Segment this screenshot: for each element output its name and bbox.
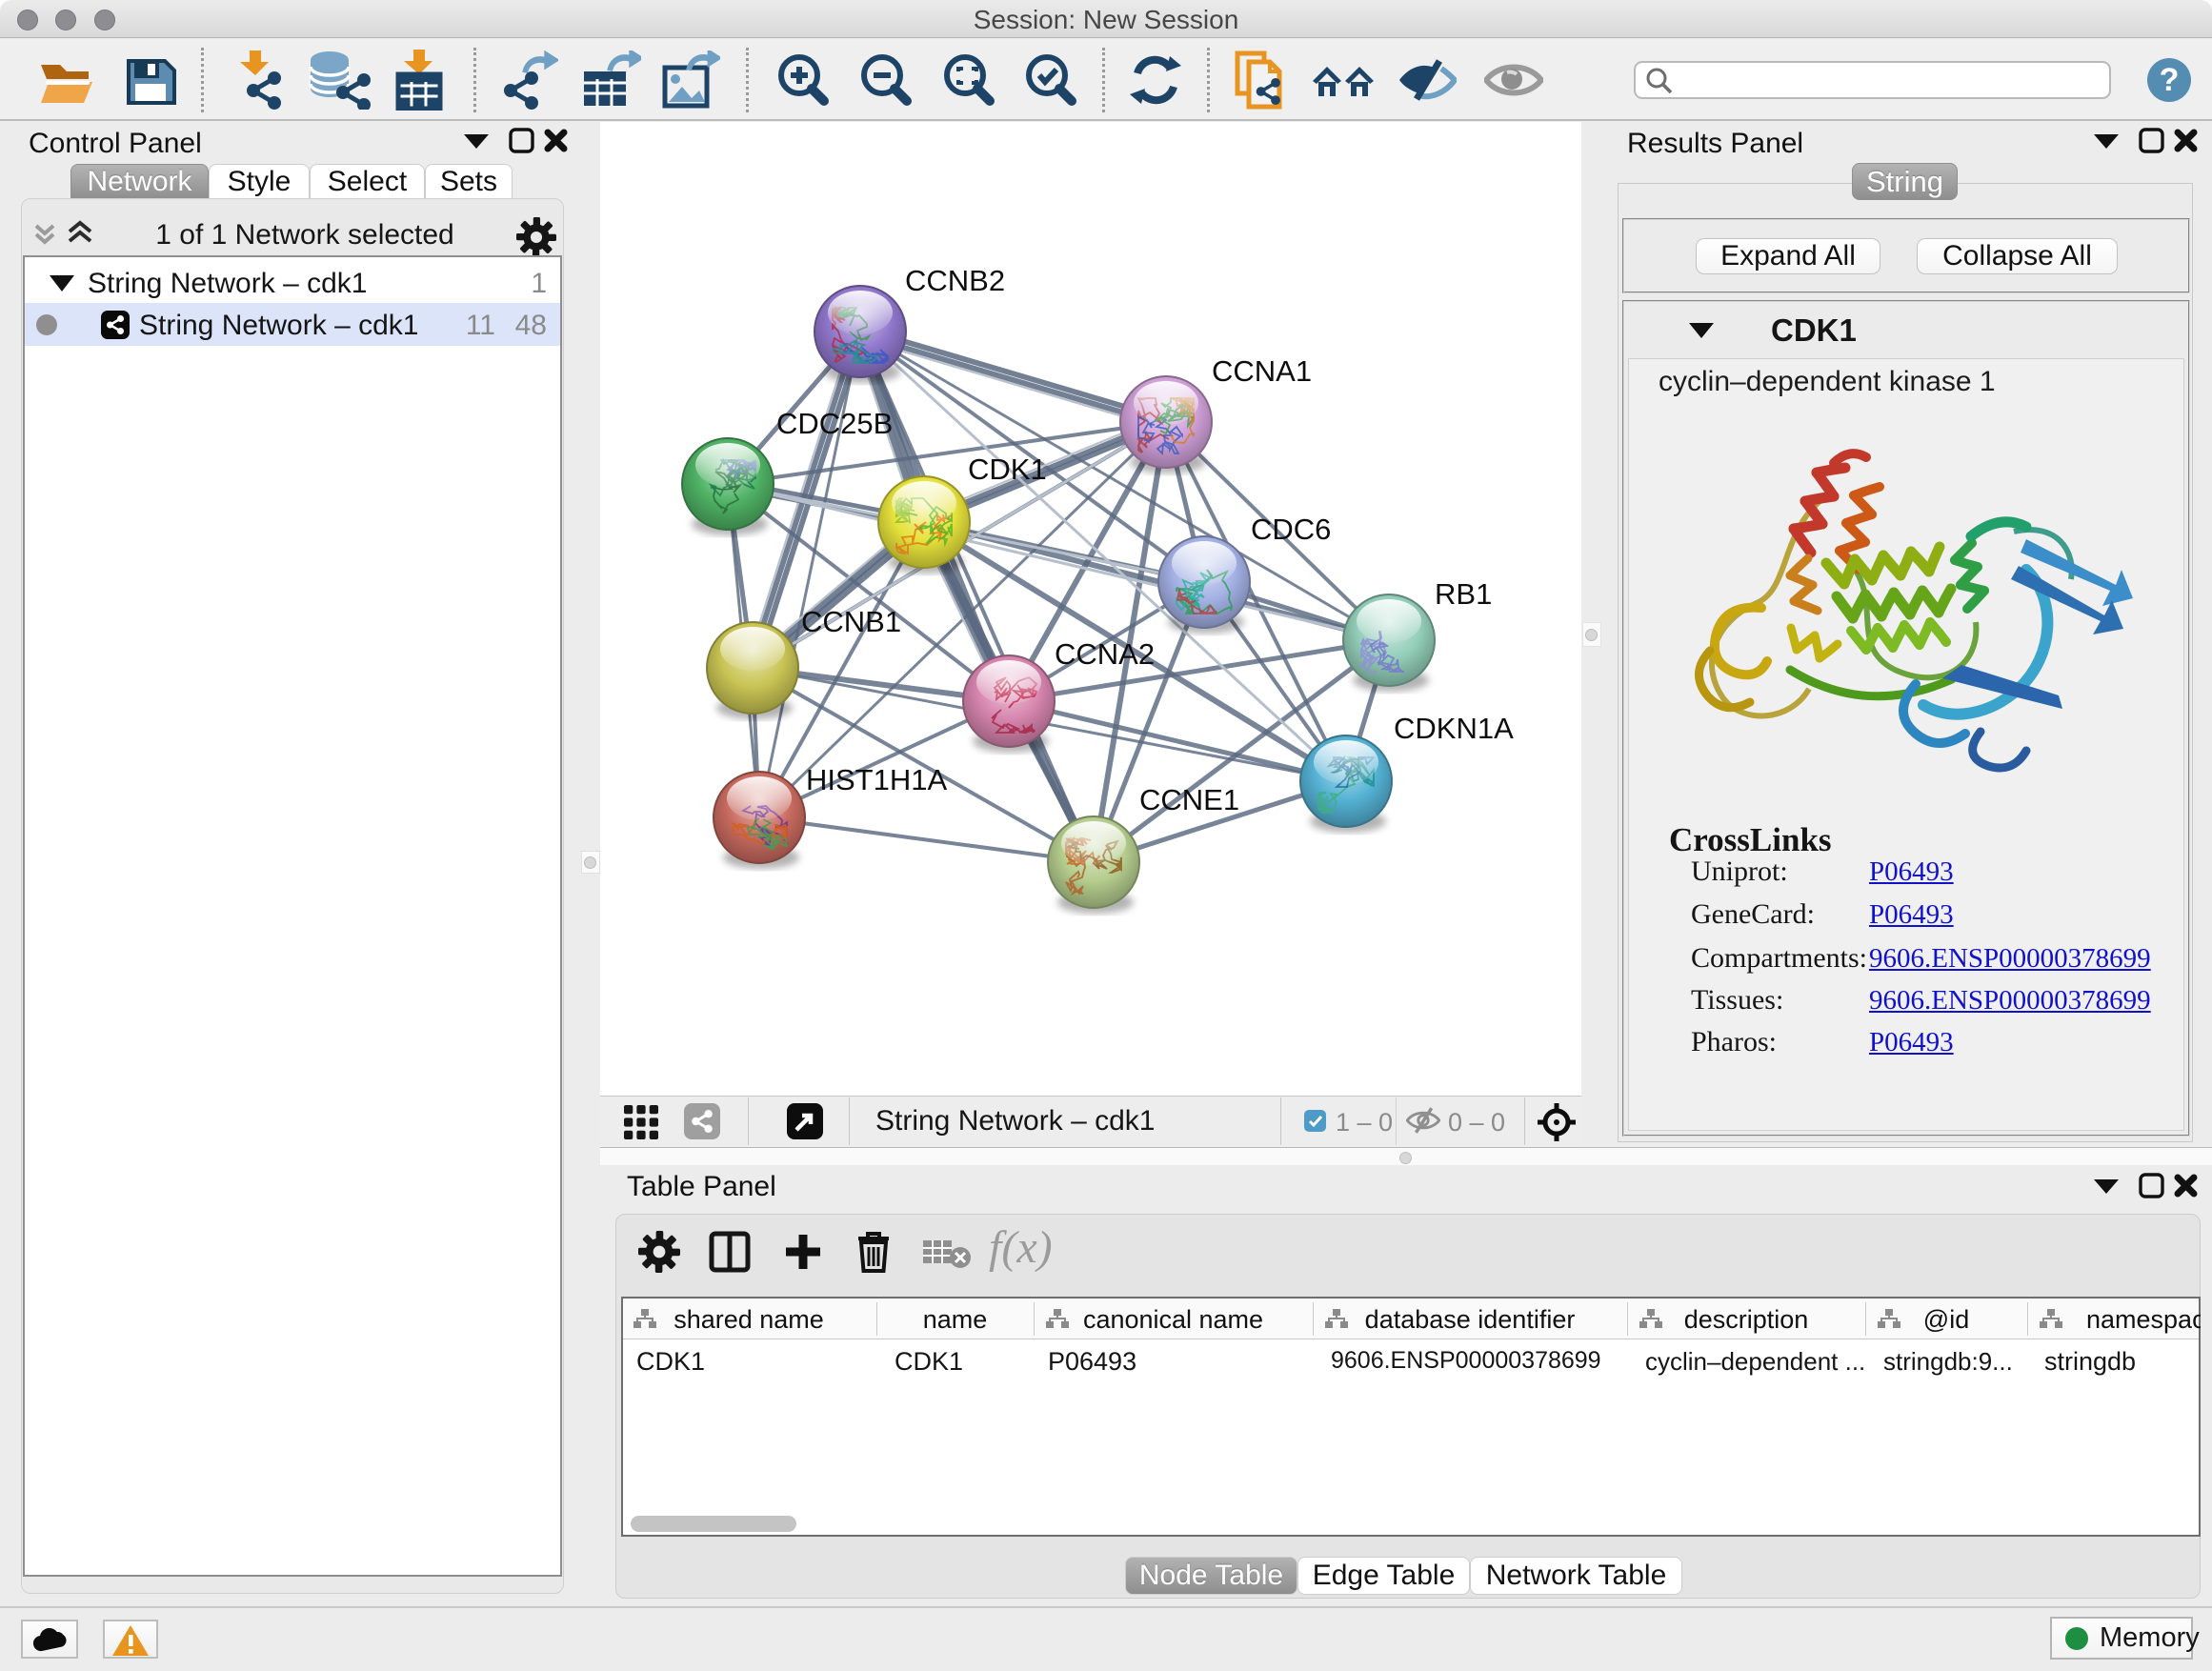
svg-text:RB1: RB1 bbox=[1435, 577, 1492, 611]
svg-text:CDKN1A: CDKN1A bbox=[1394, 712, 1514, 745]
svg-text:HIST1H1A: HIST1H1A bbox=[806, 763, 947, 796]
svg-text:CDC25B: CDC25B bbox=[776, 407, 893, 440]
svg-text:CCNB2: CCNB2 bbox=[905, 264, 1005, 297]
svg-text:CCNE1: CCNE1 bbox=[1139, 783, 1239, 816]
svg-text:CDK1: CDK1 bbox=[968, 453, 1047, 486]
svg-text:CDC6: CDC6 bbox=[1251, 513, 1331, 546]
svg-text:CCNA1: CCNA1 bbox=[1212, 354, 1312, 388]
svg-text:CCNA2: CCNA2 bbox=[1055, 637, 1155, 671]
svg-text:CCNB1: CCNB1 bbox=[801, 605, 901, 638]
